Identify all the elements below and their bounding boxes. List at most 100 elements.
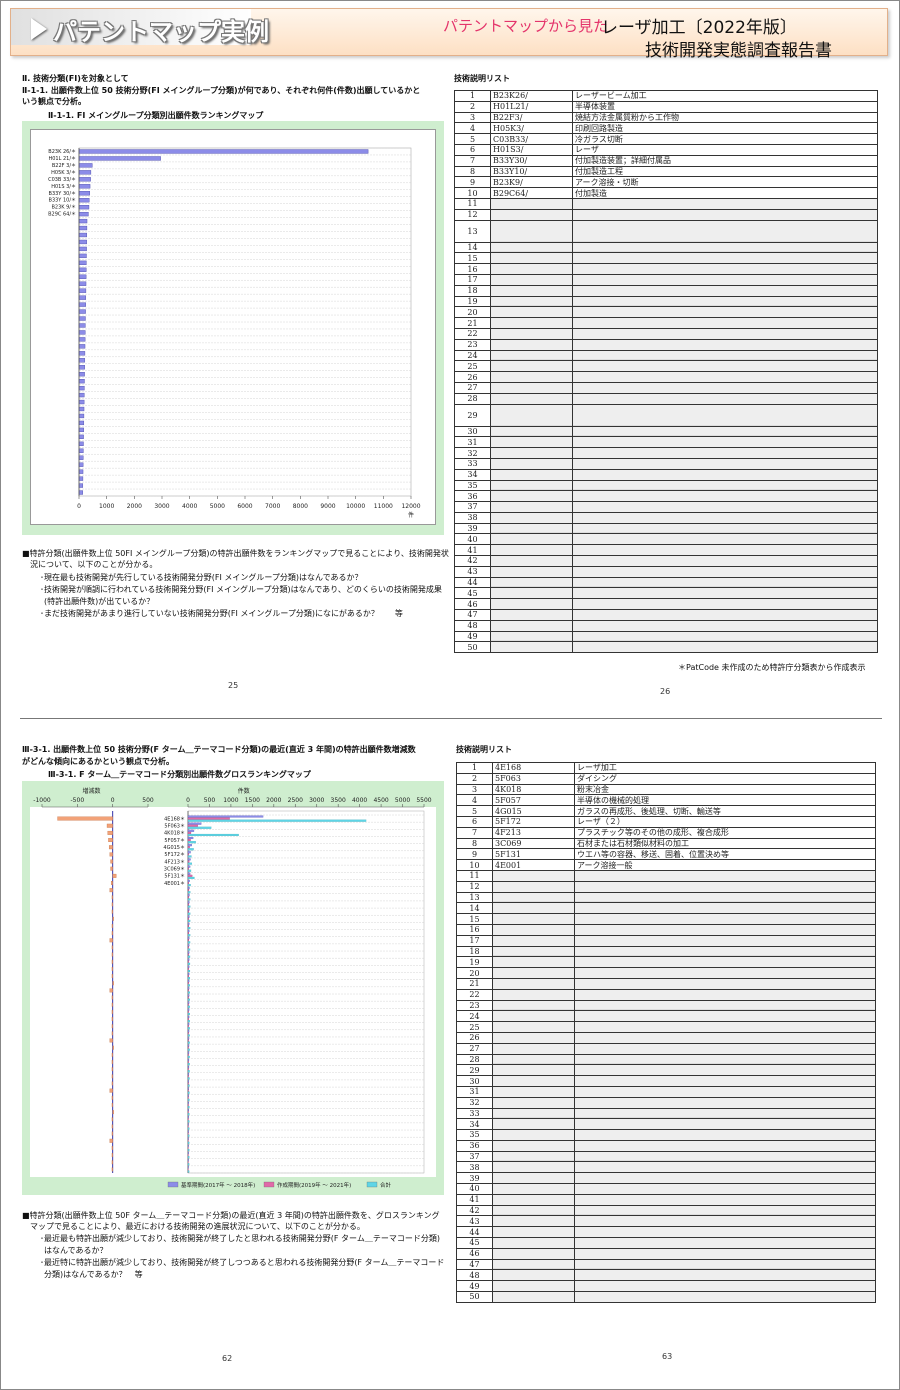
- row-number: 45: [456, 1237, 493, 1249]
- change-bar: [111, 1117, 113, 1122]
- table-row: 16: [456, 923, 876, 936]
- row-number: 38: [454, 511, 491, 524]
- row-code: [490, 447, 573, 459]
- table-row: 27: [454, 381, 878, 394]
- row-number: 36: [454, 490, 491, 503]
- row-code: B23K9/: [490, 176, 573, 189]
- row-description: [574, 1085, 876, 1098]
- row-code: [492, 1129, 575, 1141]
- row-code: [492, 999, 575, 1012]
- total-bar: [187, 876, 195, 879]
- row-description: [574, 999, 876, 1012]
- table-row: 38: [456, 1161, 876, 1174]
- bar: [78, 469, 84, 474]
- change-bar: [111, 931, 113, 936]
- total-bar: [187, 1134, 190, 1137]
- table-row: 13: [454, 219, 878, 243]
- bar: [78, 184, 91, 189]
- row-code: [490, 208, 573, 221]
- table-row: 27: [456, 1042, 876, 1055]
- table-row: 31: [456, 1085, 876, 1098]
- bar: [78, 156, 161, 161]
- change-bar: [111, 1153, 113, 1158]
- row-description: [572, 273, 878, 286]
- table-row: 12: [454, 208, 878, 221]
- table-row: 2 H01L21/半導体装置: [454, 100, 878, 113]
- row-number: 38: [456, 1161, 493, 1174]
- change-bar: [111, 952, 113, 957]
- row-code: C03B33/: [490, 133, 573, 145]
- analysis-heading-line1: Ⅱ-1-1. 出願件数上位 50 技術分野(FI メイングループ分類)が何であり…: [22, 86, 421, 95]
- bar: [78, 399, 85, 405]
- row-description: [572, 468, 878, 481]
- recent-period-bar: [187, 960, 189, 963]
- recent-period-bar: [187, 996, 189, 999]
- table-row: 15: [456, 913, 876, 925]
- row-description: [574, 1161, 876, 1174]
- row-description: [574, 945, 876, 958]
- change-bar: [109, 988, 113, 993]
- change-bar: [111, 995, 113, 1000]
- page-number: 62: [222, 1354, 233, 1363]
- table-row: 32: [456, 1096, 876, 1109]
- row-code: [490, 252, 573, 265]
- bar: [78, 191, 90, 196]
- row-description: ダイシング: [574, 772, 876, 785]
- bar: [78, 455, 84, 460]
- table-row: 21: [454, 317, 878, 329]
- recent-period-bar: [187, 1125, 189, 1128]
- table-row: 36: [454, 490, 878, 503]
- row-number: 13: [454, 219, 491, 243]
- table-row: 10 4E001 アーク溶接一般: [456, 859, 876, 871]
- row-description: [572, 338, 878, 351]
- row-code: [492, 1010, 575, 1023]
- row-description: [572, 317, 878, 329]
- recent-period-bar: [187, 1132, 189, 1135]
- table-row: 6 5F172 レーザ（２）: [456, 815, 876, 828]
- table-row: 25: [456, 1021, 876, 1033]
- table-row: 4 5F057 半導体の機械的処理: [456, 794, 876, 807]
- row-number: 23: [454, 338, 491, 351]
- table-row: 23: [456, 999, 876, 1012]
- gross-ranking-chart: 増減数 件数-1000 -500 0 500 0 500 1000 1500 2000 2500 30…: [33, 787, 432, 1189]
- table-row: 46: [454, 598, 878, 611]
- base-period-bar: [187, 815, 264, 818]
- row-description: [572, 511, 878, 524]
- base-period-bar: [187, 1037, 190, 1040]
- category-label: 5F063＊: [164, 824, 185, 830]
- table-row: 40: [454, 533, 878, 546]
- change-bar: [110, 866, 113, 871]
- row-code: [490, 619, 573, 632]
- row-description: 石材または石材類似材料の加工: [574, 837, 876, 850]
- bar: [78, 260, 87, 265]
- row-number: 30: [456, 1075, 493, 1087]
- row-description: アーク溶接・切断: [572, 176, 878, 189]
- row-number: 17: [456, 934, 493, 947]
- table-row: 13: [456, 891, 876, 904]
- x-tick-label: 12000: [401, 503, 420, 510]
- base-period-bar: [187, 1023, 190, 1026]
- change-bar: [111, 1024, 113, 1029]
- table-row: 3 4K018 粉末冶金: [456, 783, 876, 796]
- total-bar: [187, 855, 192, 858]
- base-period-bar: [187, 915, 190, 918]
- recent-period-bar: [187, 910, 190, 913]
- row-description: ガラスの再成形、後処理、切断、輸送等: [574, 805, 876, 817]
- change-bar: [108, 845, 113, 850]
- change-bar: [111, 1131, 113, 1136]
- row-number: 46: [456, 1247, 493, 1260]
- recent-period-bar: [187, 1096, 189, 1099]
- row-number: 21: [454, 317, 491, 329]
- total-bar: [187, 1055, 190, 1058]
- row-number: 44: [456, 1226, 493, 1239]
- recent-period-bar: [187, 1111, 189, 1114]
- row-description: 付加製造装置；詳細付属品: [572, 154, 878, 167]
- row-description: 冷ガラス切断: [572, 133, 878, 145]
- category-label: 4K018＊: [164, 831, 185, 837]
- bar: [78, 330, 86, 335]
- change-bar: [111, 1002, 113, 1007]
- total-bar: [187, 1005, 190, 1008]
- right-tick-label: 2500: [288, 797, 303, 804]
- recent-period-bar: [187, 881, 189, 885]
- change-bar: [112, 916, 114, 921]
